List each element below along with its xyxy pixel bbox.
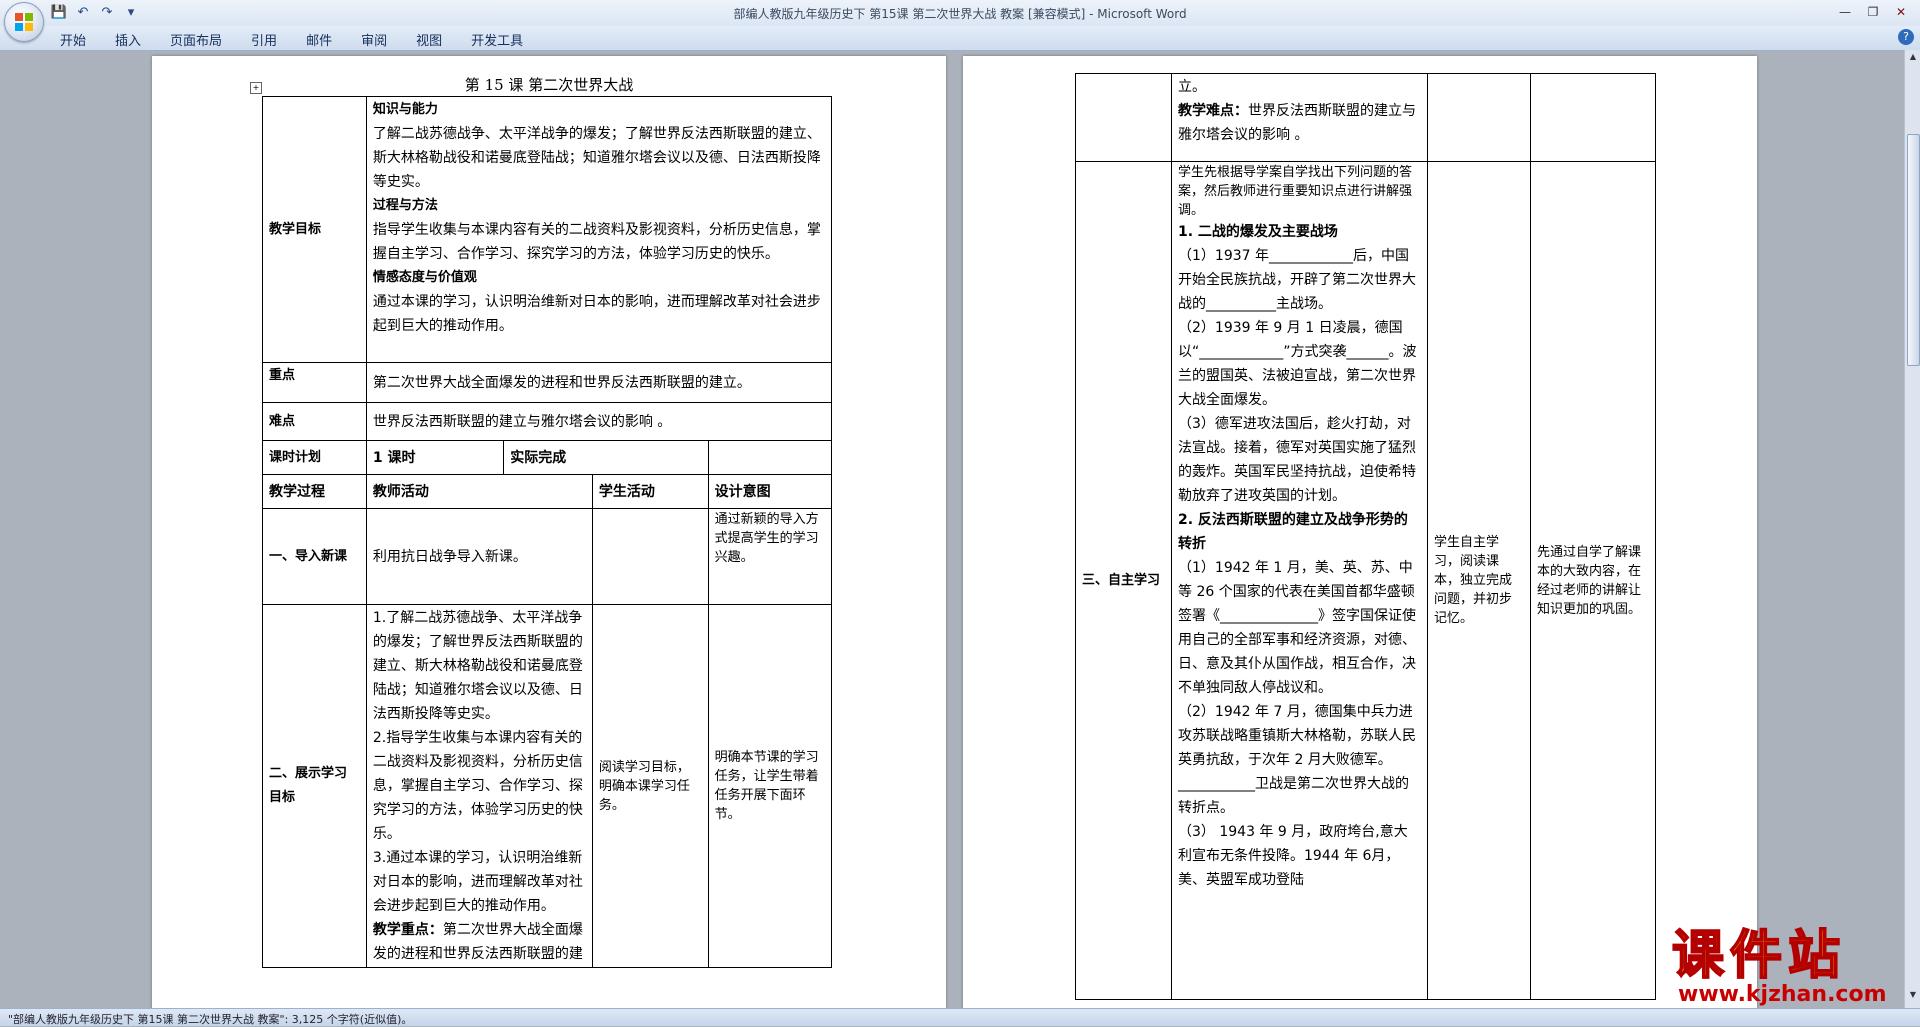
row-label-self-study: 三、自主学习 [1075,161,1172,1000]
kjzhan-watermark: 课件站 www.kjzhan.com [1671,925,1904,1007]
goal-item-1: 1.了解二战苏德战争、太平洋战争的爆发；了解世界反法西斯联盟的建立、斯大林格勒战… [372,610,583,722]
cont-label [1075,73,1172,162]
ribbon-tabs: 开始 插入 页面布局 引用 邮件 审阅 视图 开发工具 ? [0,26,1920,51]
key-text: 第二次世界大战全面爆发的进程和世界反法西斯联盟的建立。 [365,362,833,403]
table-row: 课时计划 1 课时 实际完成 [262,440,833,475]
document-page-2: 立。 教学难点：世界反法西斯联盟的建立与雅尔塔会议的影响 。 三、自主学习 学生… [963,56,1757,1009]
plan-label: 课时计划 [262,440,367,475]
window-controls: — ❐ ✕ [1832,2,1914,22]
ribbon-tab-5[interactable]: 审阅 [361,30,404,49]
question-5: （2）1942 年 7 月，德国集中兵力进攻苏联战略重镇斯大林格勒，苏联人民英勇… [1178,704,1416,816]
actual-label: 实际完成 [503,440,709,475]
cont-teacher: 立。 教学难点：世界反法西斯联盟的建立与雅尔塔会议的影响 。 [1171,73,1428,162]
section-heading-2: 2. 反法西斯联盟的建立及战争形势的转折 [1178,512,1408,552]
ribbon-tab-0[interactable]: 开始 [60,30,103,49]
goals-cell: 知识与能力 了解二战苏德战争、太平洋战争的爆发；了解世界反法西斯联盟的建立、斯大… [365,96,833,363]
header-teacher: 教师活动 [365,474,593,509]
cont-design [1530,73,1656,162]
scroll-down-icon[interactable]: ▼ [1907,990,1919,1002]
row-label-intro: 一、导入新课 [262,508,367,605]
section-heading-1: 1. 二战的爆发及主要战场 [1178,224,1338,240]
question-3: （3）德军进攻法国后，趁火打劫，对法宣战。接着，德军对英国实施了猛烈的轰炸。英国… [1178,416,1416,504]
ribbon-tab-7[interactable]: 开发工具 [471,30,540,49]
self-study-design: 先通过自学了解课本的大致内容，在经过老师的讲解让知识更加的巩固。 [1530,161,1656,1000]
self-study-intro: 学生先根据导学案自学找出下列问题的答案，然后教师进行重要知识点进行讲解强调。 [1178,165,1413,218]
table-row: 立。 教学难点：世界反法西斯联盟的建立与雅尔塔会议的影响 。 [1075,73,1656,162]
goal-item-2: 2.指导学生收集与本课内容有关的二战资料及影视资料，分析历史信息，掌握自主学习、… [372,730,583,842]
self-study-teacher: 学生先根据导学案自学找出下列问题的答案，然后教师进行重要知识点进行讲解强调。 1… [1171,161,1428,1000]
close-icon[interactable]: ✕ [1888,2,1914,22]
difficulty-label: 难点 [262,402,367,441]
table-row: 三、自主学习 学生先根据导学案自学找出下列问题的答案，然后教师进行重要知识点进行… [1075,161,1656,1000]
question-6: （3） 1943 年 9 月，政府垮台,意大利宣布无条件投降。1944 年 6月… [1178,824,1408,888]
header-design: 设计意图 [707,474,833,509]
lesson-plan-table: 教学目标 知识与能力 了解二战苏德战争、太平洋战争的爆发；了解世界反法西斯联盟的… [262,96,833,968]
window-title: 部编人教版九年级历史下 第15课 第二次世界大战 教案 [兼容模式] - Mic… [733,7,1187,21]
goal-item-3: 3.通过本课的学习，认识明治维新对日本的影响，进而理解改革对社会进步起到巨大的推… [372,850,583,914]
header-process: 教学过程 [262,474,367,509]
ribbon-tab-4[interactable]: 邮件 [306,30,349,49]
ribbon-tab-6[interactable]: 视图 [416,30,459,49]
goals-heading-method: 过程与方法 [372,198,438,213]
goals-text-attitude: 通过本课的学习，认识明治维新对日本的影响，进而理解改革对社会进步起到巨大的推动作… [372,294,821,334]
vertical-scrollbar[interactable]: ▲ ▼ [1904,50,1920,1008]
intro-student [591,508,709,605]
header-student: 学生活动 [591,474,709,509]
intro-teacher: 利用抗日战争导入新课。 [365,508,593,605]
title-bar: 💾 ↶ ↷ ▾ 部编人教版九年级历史下 第15课 第二次世界大战 教案 [兼容模… [0,0,1920,42]
question-2: （2）1939 年 9 月 1 日凌晨，德国以“____________”方式突… [1178,320,1417,408]
intro-design: 通过新颖的导入方式提高学生的学习兴趣。 [707,508,833,605]
scroll-up-icon[interactable]: ▲ [1907,52,1919,64]
help-icon[interactable]: ? [1898,29,1914,45]
table-row: 难点 世界反法西斯联盟的建立与雅尔塔会议的影响 。 [262,402,833,441]
ribbon-tab-3[interactable]: 引用 [251,30,294,49]
plan-value: 1 课时 [365,440,505,475]
goals-teacher-cell: 1.了解二战苏德战争、太平洋战争的爆发；了解世界反法西斯联盟的建立、斯大林格勒战… [365,604,593,968]
goals-text-knowledge: 了解二战苏德战争、太平洋战争的爆发；了解世界反法西斯联盟的建立、斯大林格勒战役和… [372,126,821,190]
restore-icon[interactable]: ❐ [1860,2,1886,22]
watermark-url: www.kjzhan.com [1678,982,1887,1007]
goals-label: 教学目标 [262,96,367,363]
goals-heading-attitude: 情感态度与价值观 [372,270,477,285]
cont-student [1427,73,1531,162]
row-label-goals: 二、展示学习目标 [262,604,367,968]
actual-value [707,440,833,475]
document-page-1: 第 15 课 第二次世界大战 + 教学目标 知识与能力 了解二战苏德战争、太平洋… [152,56,946,1009]
ribbon-tab-2[interactable]: 页面布局 [170,30,239,49]
question-4: （1）1942 年 1 月，美、英、苏、中等 26 个国家的代表在美国首都华盛顿… [1178,560,1416,696]
key-point-label: 教学重点： [372,922,443,938]
goals-design: 明确本节课的学习任务，让学生带着任务开展下面环节。 [707,604,833,968]
table-row: 重点 第二次世界大战全面爆发的进程和世界反法西斯联盟的建立。 [262,362,833,403]
table-row: 教学过程 教师活动 学生活动 设计意图 [262,474,833,509]
minimize-icon[interactable]: — [1832,2,1858,22]
lesson-title: 第 15 课 第二次世界大战 [464,76,634,94]
goals-student: 阅读学习目标，明确本课学习任务。 [591,604,709,968]
difficulty-label-2: 教学难点： [1178,103,1248,119]
ribbon-tab-1[interactable]: 插入 [115,30,158,49]
table-row: 二、展示学习目标 1.了解二战苏德战争、太平洋战争的爆发；了解世界反法西斯联盟的… [262,604,833,968]
difficulty-text: 世界反法西斯联盟的建立与雅尔塔会议的影响 。 [365,402,833,441]
cont-text: 立。 [1178,79,1206,95]
table-row: 一、导入新课 利用抗日战争导入新课。 通过新颖的导入方式提高学生的学习兴趣。 [262,508,833,605]
lesson-plan-table-continued: 立。 教学难点：世界反法西斯联盟的建立与雅尔塔会议的影响 。 三、自主学习 学生… [1075,73,1656,1000]
scrollbar-thumb[interactable] [1907,134,1920,366]
goals-text-method: 指导学生收集与本课内容有关的二战资料及影视资料，分析历史信息，掌握自主学习、合作… [372,222,821,262]
question-1: （1）1937 年____________后，中国开始全民族抗战，开辟了第二次世… [1178,248,1416,312]
watermark-title: 课件站 [1671,925,1847,987]
table-move-handle-icon[interactable]: + [250,82,262,94]
key-label: 重点 [262,362,367,403]
self-study-student: 学生自主学习，阅读课本，独立完成问题，并初步记忆。 [1427,161,1531,1000]
table-row: 教学目标 知识与能力 了解二战苏德战争、太平洋战争的爆发；了解世界反法西斯联盟的… [262,96,833,363]
status-bar: "部编人教版九年级历史下 第15课 第二次世界大战 教案": 3,125 个字符… [0,1008,1920,1026]
goals-heading-knowledge: 知识与能力 [372,102,438,117]
office-logo-icon [15,13,33,31]
office-button[interactable] [4,2,44,42]
